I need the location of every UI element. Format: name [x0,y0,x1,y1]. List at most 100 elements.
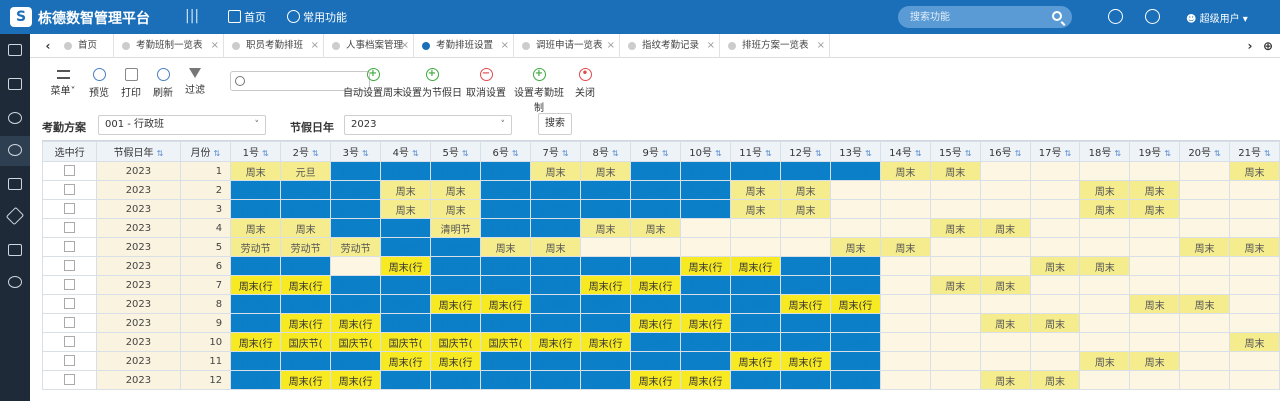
day-cell[interactable]: 国庆节( [380,332,432,352]
day-cell[interactable]: 周末 [1079,351,1131,371]
row-select-cell[interactable] [42,161,98,181]
sort-icon[interactable]: ⇅ [462,149,469,158]
header-day-8[interactable]: 8号 ⇅ [580,141,632,162]
menu-collapse-icon[interactable]: ||| [185,8,199,24]
day-cell[interactable]: 周末 [1029,370,1081,390]
day-cell[interactable] [1079,313,1131,333]
help-icon[interactable] [1145,9,1160,24]
day-cell[interactable]: 周末 [1129,294,1181,314]
tab-staff-scheduling[interactable]: 职员考勤排班 × [224,34,324,58]
day-cell[interactable] [630,237,682,257]
day-cell[interactable] [1129,313,1181,333]
day-cell[interactable] [1029,351,1081,371]
day-cell[interactable] [929,256,981,276]
sort-icon[interactable]: ⇅ [662,149,669,158]
day-cell[interactable] [1129,332,1181,352]
day-cell[interactable] [1179,180,1230,200]
day-cell[interactable]: 周末 [929,161,981,181]
day-cell[interactable]: 行政班 [730,294,781,314]
menu-button[interactable]: 菜单˅ [46,68,80,97]
sort-icon[interactable]: ⇅ [612,149,619,158]
day-cell[interactable] [1029,161,1081,181]
day-cell[interactable]: 周末(行 [280,313,332,333]
day-cell[interactable] [929,332,981,352]
day-cell[interactable] [1179,370,1230,390]
day-cell[interactable] [979,180,1031,200]
day-cell[interactable]: 行政班 [430,256,482,276]
auto-set-weekend-button[interactable]: + 自动设置周末 [340,68,406,99]
day-cell[interactable] [779,218,831,238]
day-cell[interactable]: 行政班 [280,351,332,371]
day-cell[interactable]: 行政班 [230,351,282,371]
day-cell[interactable]: 周末 [480,237,532,257]
day-cell[interactable]: 元旦 [280,161,332,181]
day-cell[interactable]: 行政班 [630,332,682,352]
day-cell[interactable]: 周末 [879,237,931,257]
day-cell[interactable]: 行政班 [829,351,881,371]
day-cell[interactable]: 行政班 [330,199,382,219]
table-row[interactable]: 2023 9 行政班 周末(行 周末(行 行政班 行政班 行政班 行政班 行政班 周末(行 周末(行行… [42,313,1280,333]
day-cell[interactable]: 行政班 [330,180,382,200]
day-cell[interactable]: 行政班 [680,275,731,295]
day-cell[interactable] [929,351,981,371]
day-cell[interactable]: 周末 [879,161,931,181]
day-cell[interactable]: 行政班 [630,256,682,276]
day-cell[interactable]: 行政班 [829,275,881,295]
scheme-select[interactable]: 001 - 行政班 ˅ [98,115,266,135]
day-cell[interactable]: 周末(行 [630,370,682,390]
table-row[interactable]: 2023 2 行政班 行政班 行政班 周末 周末 行政班 行政班 行政班 行政班 行政班 周末 周末 周末周… [42,180,1280,200]
day-cell[interactable] [879,294,931,314]
day-cell[interactable]: 行政班 [430,313,482,333]
header-day-19[interactable]: 19号 ⇅ [1129,141,1181,162]
day-cell[interactable] [680,237,731,257]
day-cell[interactable] [879,332,931,352]
day-cell[interactable]: 周末 [1029,256,1081,276]
day-cell[interactable] [1129,218,1181,238]
day-cell[interactable]: 行政班 [330,351,382,371]
day-cell[interactable]: 行政班 [730,275,781,295]
tab-scroll-left-icon[interactable]: ‹ [40,34,56,58]
day-cell[interactable]: 周末(行 [829,294,881,314]
day-cell[interactable]: 行政班 [580,256,632,276]
day-cell[interactable]: 行政班 [530,199,582,219]
row-select-cell[interactable] [42,294,98,314]
day-cell[interactable] [879,199,931,219]
header-day-18[interactable]: 18号 ⇅ [1079,141,1131,162]
day-cell[interactable]: 行政班 [680,180,731,200]
day-cell[interactable]: 行政班 [280,180,332,200]
day-cell[interactable]: 国庆节( [480,332,532,352]
header-month[interactable]: 月份 ⇅ [179,141,232,162]
day-cell[interactable] [879,218,931,238]
day-cell[interactable] [730,218,781,238]
day-cell[interactable]: 行政班 [230,313,282,333]
day-cell[interactable] [1179,199,1230,219]
day-cell[interactable] [1179,218,1230,238]
day-cell[interactable] [730,237,781,257]
day-cell[interactable]: 周末(行 [630,275,682,295]
row-select-cell[interactable] [42,199,98,219]
filter-button[interactable]: 过滤 [182,68,208,96]
header-day-1[interactable]: 1号 ⇅ [230,141,282,162]
day-cell[interactable] [1228,351,1280,371]
day-cell[interactable] [1228,275,1280,295]
day-cell[interactable]: 行政班 [580,199,632,219]
sort-icon[interactable]: ⇅ [412,149,419,158]
row-select-cell[interactable] [42,180,98,200]
sort-icon[interactable]: ⇅ [1064,149,1071,158]
row-select-cell[interactable] [42,218,98,238]
day-cell[interactable]: 周末 [1029,313,1081,333]
day-cell[interactable]: 行政班 [530,370,582,390]
day-cell[interactable] [580,237,632,257]
day-cell[interactable]: 行政班 [230,370,282,390]
day-cell[interactable]: 周末 [829,237,881,257]
day-cell[interactable]: 周末 [1228,237,1280,257]
cancel-setting-button[interactable]: − 取消设置 [464,68,508,99]
header-day-7[interactable]: 7号 ⇅ [530,141,582,162]
day-cell[interactable] [879,180,931,200]
day-cell[interactable]: 行政班 [630,294,682,314]
close-icon[interactable]: × [817,34,825,58]
day-cell[interactable]: 国庆节( [330,332,382,352]
day-cell[interactable]: 周末 [779,199,831,219]
day-cell[interactable]: 行政班 [280,256,332,276]
day-cell[interactable]: 周末(行 [730,256,781,276]
